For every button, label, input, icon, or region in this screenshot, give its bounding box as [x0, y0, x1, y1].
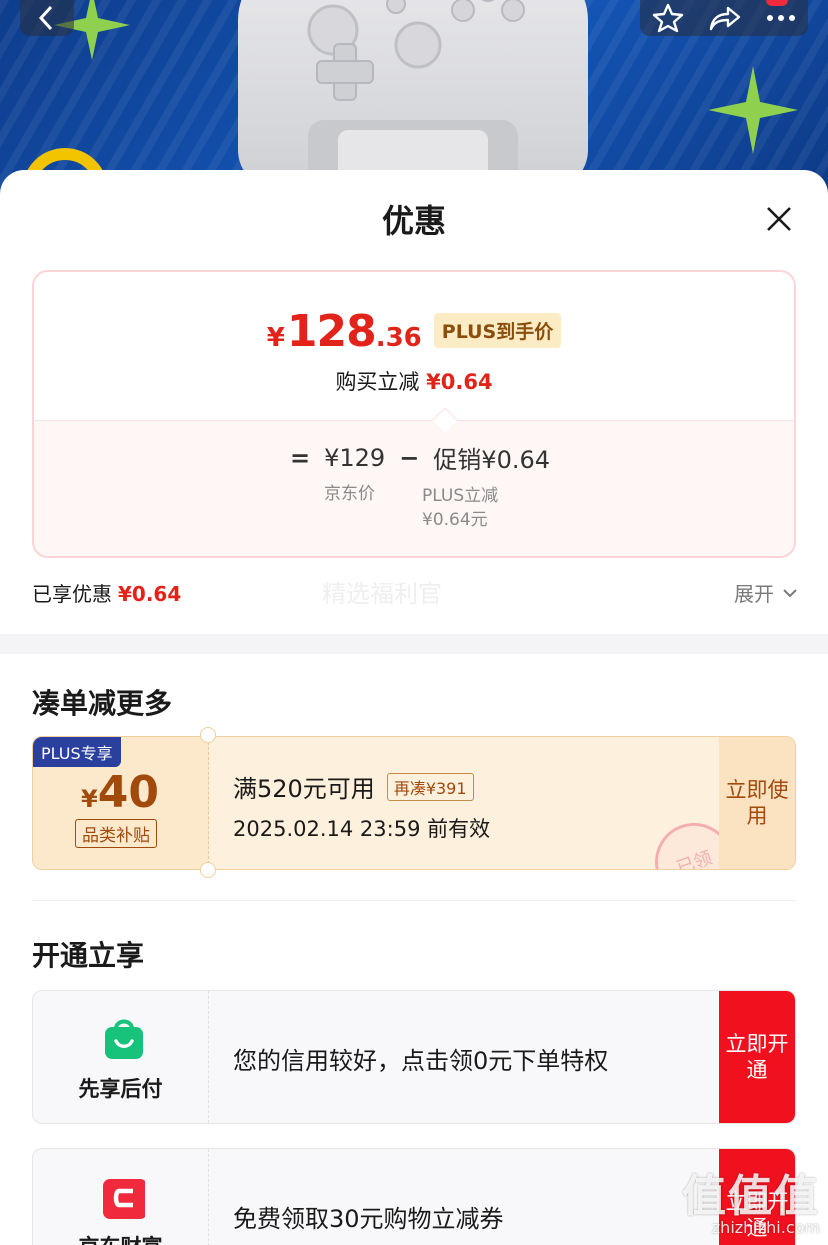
- more-icon[interactable]: [766, 14, 796, 22]
- price-formula: = ¥129 − 促销¥0.64: [290, 440, 550, 475]
- site-watermark: 值值值 zhizhizhi.com: [682, 1160, 820, 1237]
- service-description: 免费领取30元购物立减券: [233, 1205, 504, 1233]
- coupon-condition-text: 满520元可用: [233, 775, 375, 803]
- promo-value: 促销¥0.64: [433, 446, 551, 474]
- chevron-left-icon: [38, 5, 53, 31]
- currency-symbol: ¥: [266, 323, 285, 353]
- coupon-expiry: 2025.02.14 23:59 前有效: [233, 817, 491, 841]
- jd-wealth-icon: [103, 1179, 145, 1219]
- coupon-amount-value: 40: [97, 767, 159, 818]
- sheet-title: 优惠: [381, 202, 446, 240]
- use-coupon-button[interactable]: 立即使用: [719, 737, 795, 869]
- discount-sheet: 优惠 ¥ 128 .36 PLUS到手价 购买立减 ¥0.64 = ¥129 −…: [0, 170, 828, 1245]
- faded-overlay-text: 精选福利官: [322, 580, 442, 608]
- coupon-value-panel: PLUS专享 ¥ 40 品类补贴: [33, 737, 209, 869]
- close-icon: [767, 207, 791, 231]
- service-description: 您的信用较好，点击领0元下单特权: [233, 1047, 609, 1075]
- more-section-title: 凑单减更多: [32, 687, 173, 720]
- minus-sign: −: [399, 443, 420, 472]
- plus-exclusive-badge: PLUS专享: [33, 737, 121, 767]
- coupon-type: 品类补贴: [75, 819, 157, 848]
- enjoyed-label: 已享优惠: [32, 582, 112, 606]
- notification-badge: [766, 0, 788, 6]
- share-icon[interactable]: [708, 4, 742, 32]
- instant-discount: 购买立减 ¥0.64: [34, 366, 794, 396]
- price-decimal: .36: [375, 323, 422, 353]
- coupon-notch-top: [200, 727, 216, 743]
- jd-price-label: 京东价: [324, 484, 375, 504]
- coupon-notch-bottom: [200, 862, 216, 878]
- back-button[interactable]: [20, 0, 74, 36]
- coupon-currency: ¥: [81, 785, 98, 813]
- price-breakdown-card: ¥ 128 .36 PLUS到手价 购买立减 ¥0.64 = ¥129 − 促销…: [32, 270, 796, 558]
- expand-button[interactable]: 展开: [734, 578, 798, 607]
- instant-discount-label: 购买立减: [335, 370, 420, 394]
- section-divider: [0, 634, 828, 654]
- price-summary: ¥ 128 .36 PLUS到手价 购买立减 ¥0.64: [34, 272, 794, 420]
- sparkle-icon: [708, 66, 798, 154]
- chevron-down-icon: [783, 588, 797, 597]
- final-price: ¥ 128 .36 PLUS到手价: [34, 306, 794, 357]
- close-button[interactable]: [764, 204, 794, 234]
- service-name: 京东财富: [33, 1231, 208, 1245]
- jd-price: ¥129: [324, 443, 386, 472]
- price-integer: 128: [286, 306, 377, 357]
- enjoyed-discount: 已享优惠 ¥0.64: [32, 578, 181, 607]
- instant-discount-value: ¥0.64: [426, 370, 493, 394]
- service-brand-panel: 先享后付: [33, 991, 209, 1123]
- open-section-title: 开通立享: [32, 939, 145, 972]
- coupon-extra-tag: 再凑¥391: [386, 772, 474, 801]
- coupon-condition: 满520元可用 再凑¥391: [233, 769, 474, 804]
- promo-sub-value: ¥0.64元: [422, 510, 488, 530]
- service-brand-panel: 京东财富: [33, 1149, 209, 1245]
- equals-sign: =: [290, 443, 311, 472]
- enjoyed-value: ¥0.64: [118, 582, 182, 606]
- favorite-star-icon[interactable]: [652, 3, 684, 33]
- expand-label: 展开: [734, 582, 774, 606]
- coupon-amount: ¥ 40: [81, 767, 159, 818]
- promo-label: PLUS立减: [422, 486, 499, 506]
- plus-price-tag: PLUS到手价: [433, 313, 562, 348]
- service-card-xianxiang[interactable]: 先享后付 您的信用较好，点击领0元下单特权 立即开通: [32, 990, 796, 1124]
- coupon-card[interactable]: PLUS专享 ¥ 40 品类补贴 满520元可用 再凑¥391 2025.02.…: [32, 736, 796, 870]
- section-separator: [32, 900, 796, 901]
- watermark-logo-text: 值值值: [682, 1171, 820, 1222]
- service-name: 先享后付: [78, 1077, 163, 1101]
- shopping-bag-icon: [105, 1019, 143, 1059]
- top-actions: [640, 0, 808, 36]
- open-now-button[interactable]: 立即开通: [719, 991, 795, 1123]
- gamepad-image: [238, 0, 588, 190]
